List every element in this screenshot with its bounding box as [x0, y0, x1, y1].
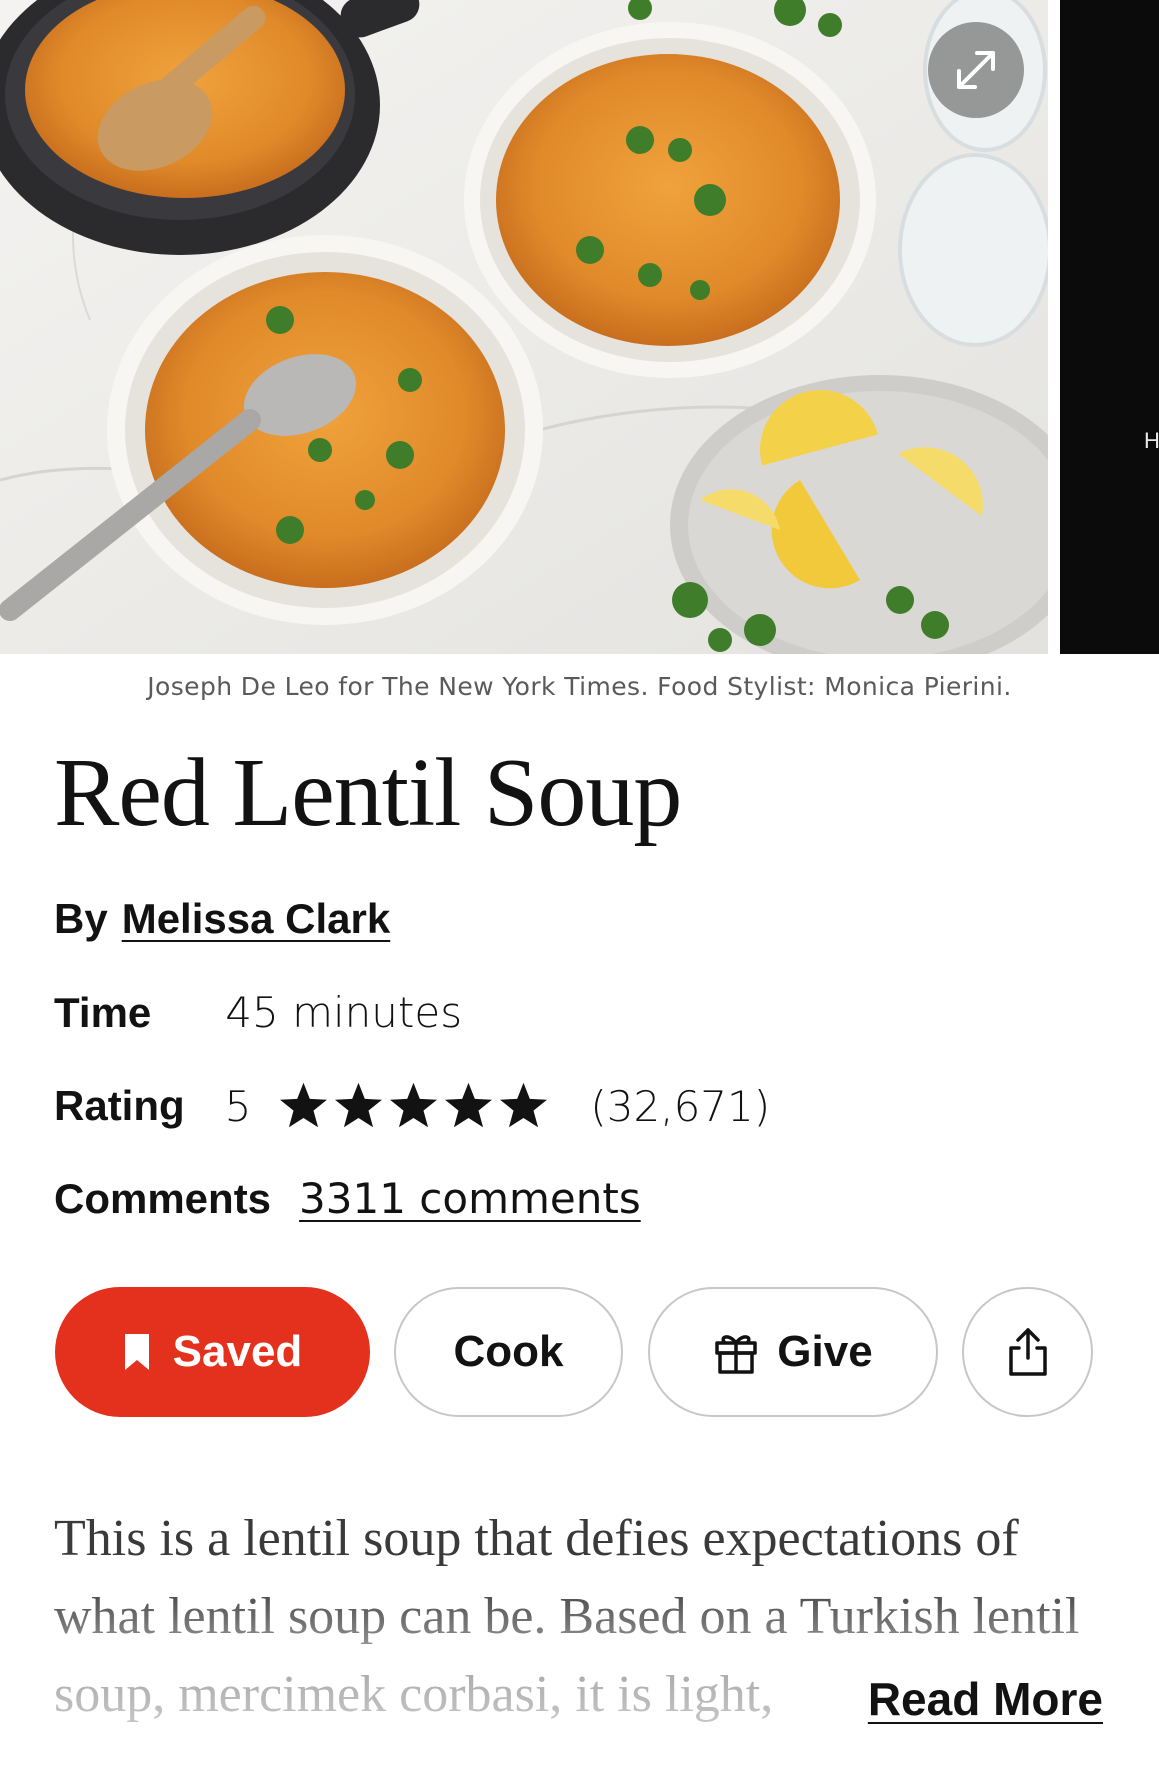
read-more-link[interactable]: Read More: [863, 1672, 1103, 1726]
photo-caption: Joseph De Leo for The New York Times. Fo…: [147, 672, 1012, 701]
rating-count: (32,671): [590, 1081, 771, 1131]
byline: By Melissa Clark: [54, 895, 390, 943]
time-row: Time 45 minutes: [54, 988, 462, 1037]
time-label: Time: [54, 989, 152, 1036]
byline-prefix: By: [54, 895, 108, 942]
next-image-peek[interactable]: H: [1060, 0, 1159, 654]
star-icon: [335, 1082, 383, 1128]
rating-row[interactable]: Rating 5 (32,671): [54, 1081, 770, 1131]
hero-photo: [0, 0, 1048, 654]
star-icon: [500, 1082, 548, 1128]
share-icon: [1008, 1328, 1047, 1376]
comments-link[interactable]: 3311 comments: [299, 1174, 641, 1223]
share-button[interactable]: [962, 1287, 1093, 1417]
give-button[interactable]: Give: [648, 1287, 938, 1417]
rating-stars: [277, 1081, 550, 1131]
recipe-actions: Saved Cook Give: [0, 1287, 1159, 1417]
time-value: 45 minutes: [225, 988, 463, 1037]
star-icon: [280, 1082, 328, 1128]
star-icon: [445, 1082, 493, 1128]
author-link[interactable]: Melissa Clark: [122, 895, 391, 943]
cook-button[interactable]: Cook: [394, 1287, 623, 1417]
gift-icon: [715, 1335, 758, 1374]
comments-row: Comments 3311 comments: [54, 1174, 641, 1223]
expand-image-button[interactable]: [928, 22, 1024, 118]
saved-label: Saved: [172, 1327, 303, 1376]
next-image-peek-text: H: [1144, 428, 1159, 453]
expand-arrows-icon: [957, 51, 995, 89]
rating-label: Rating: [54, 1082, 185, 1129]
hero-image-carousel[interactable]: H: [0, 0, 1159, 654]
star-icon: [390, 1082, 438, 1128]
recipe-title: Red Lentil Soup: [54, 739, 682, 847]
comments-label: Comments: [54, 1175, 272, 1222]
bookmark-icon: [124, 1334, 149, 1370]
saved-button[interactable]: Saved: [55, 1287, 370, 1417]
give-label: Give: [777, 1327, 873, 1376]
rating-value: 5: [224, 1081, 252, 1131]
cook-label: Cook: [453, 1327, 564, 1376]
